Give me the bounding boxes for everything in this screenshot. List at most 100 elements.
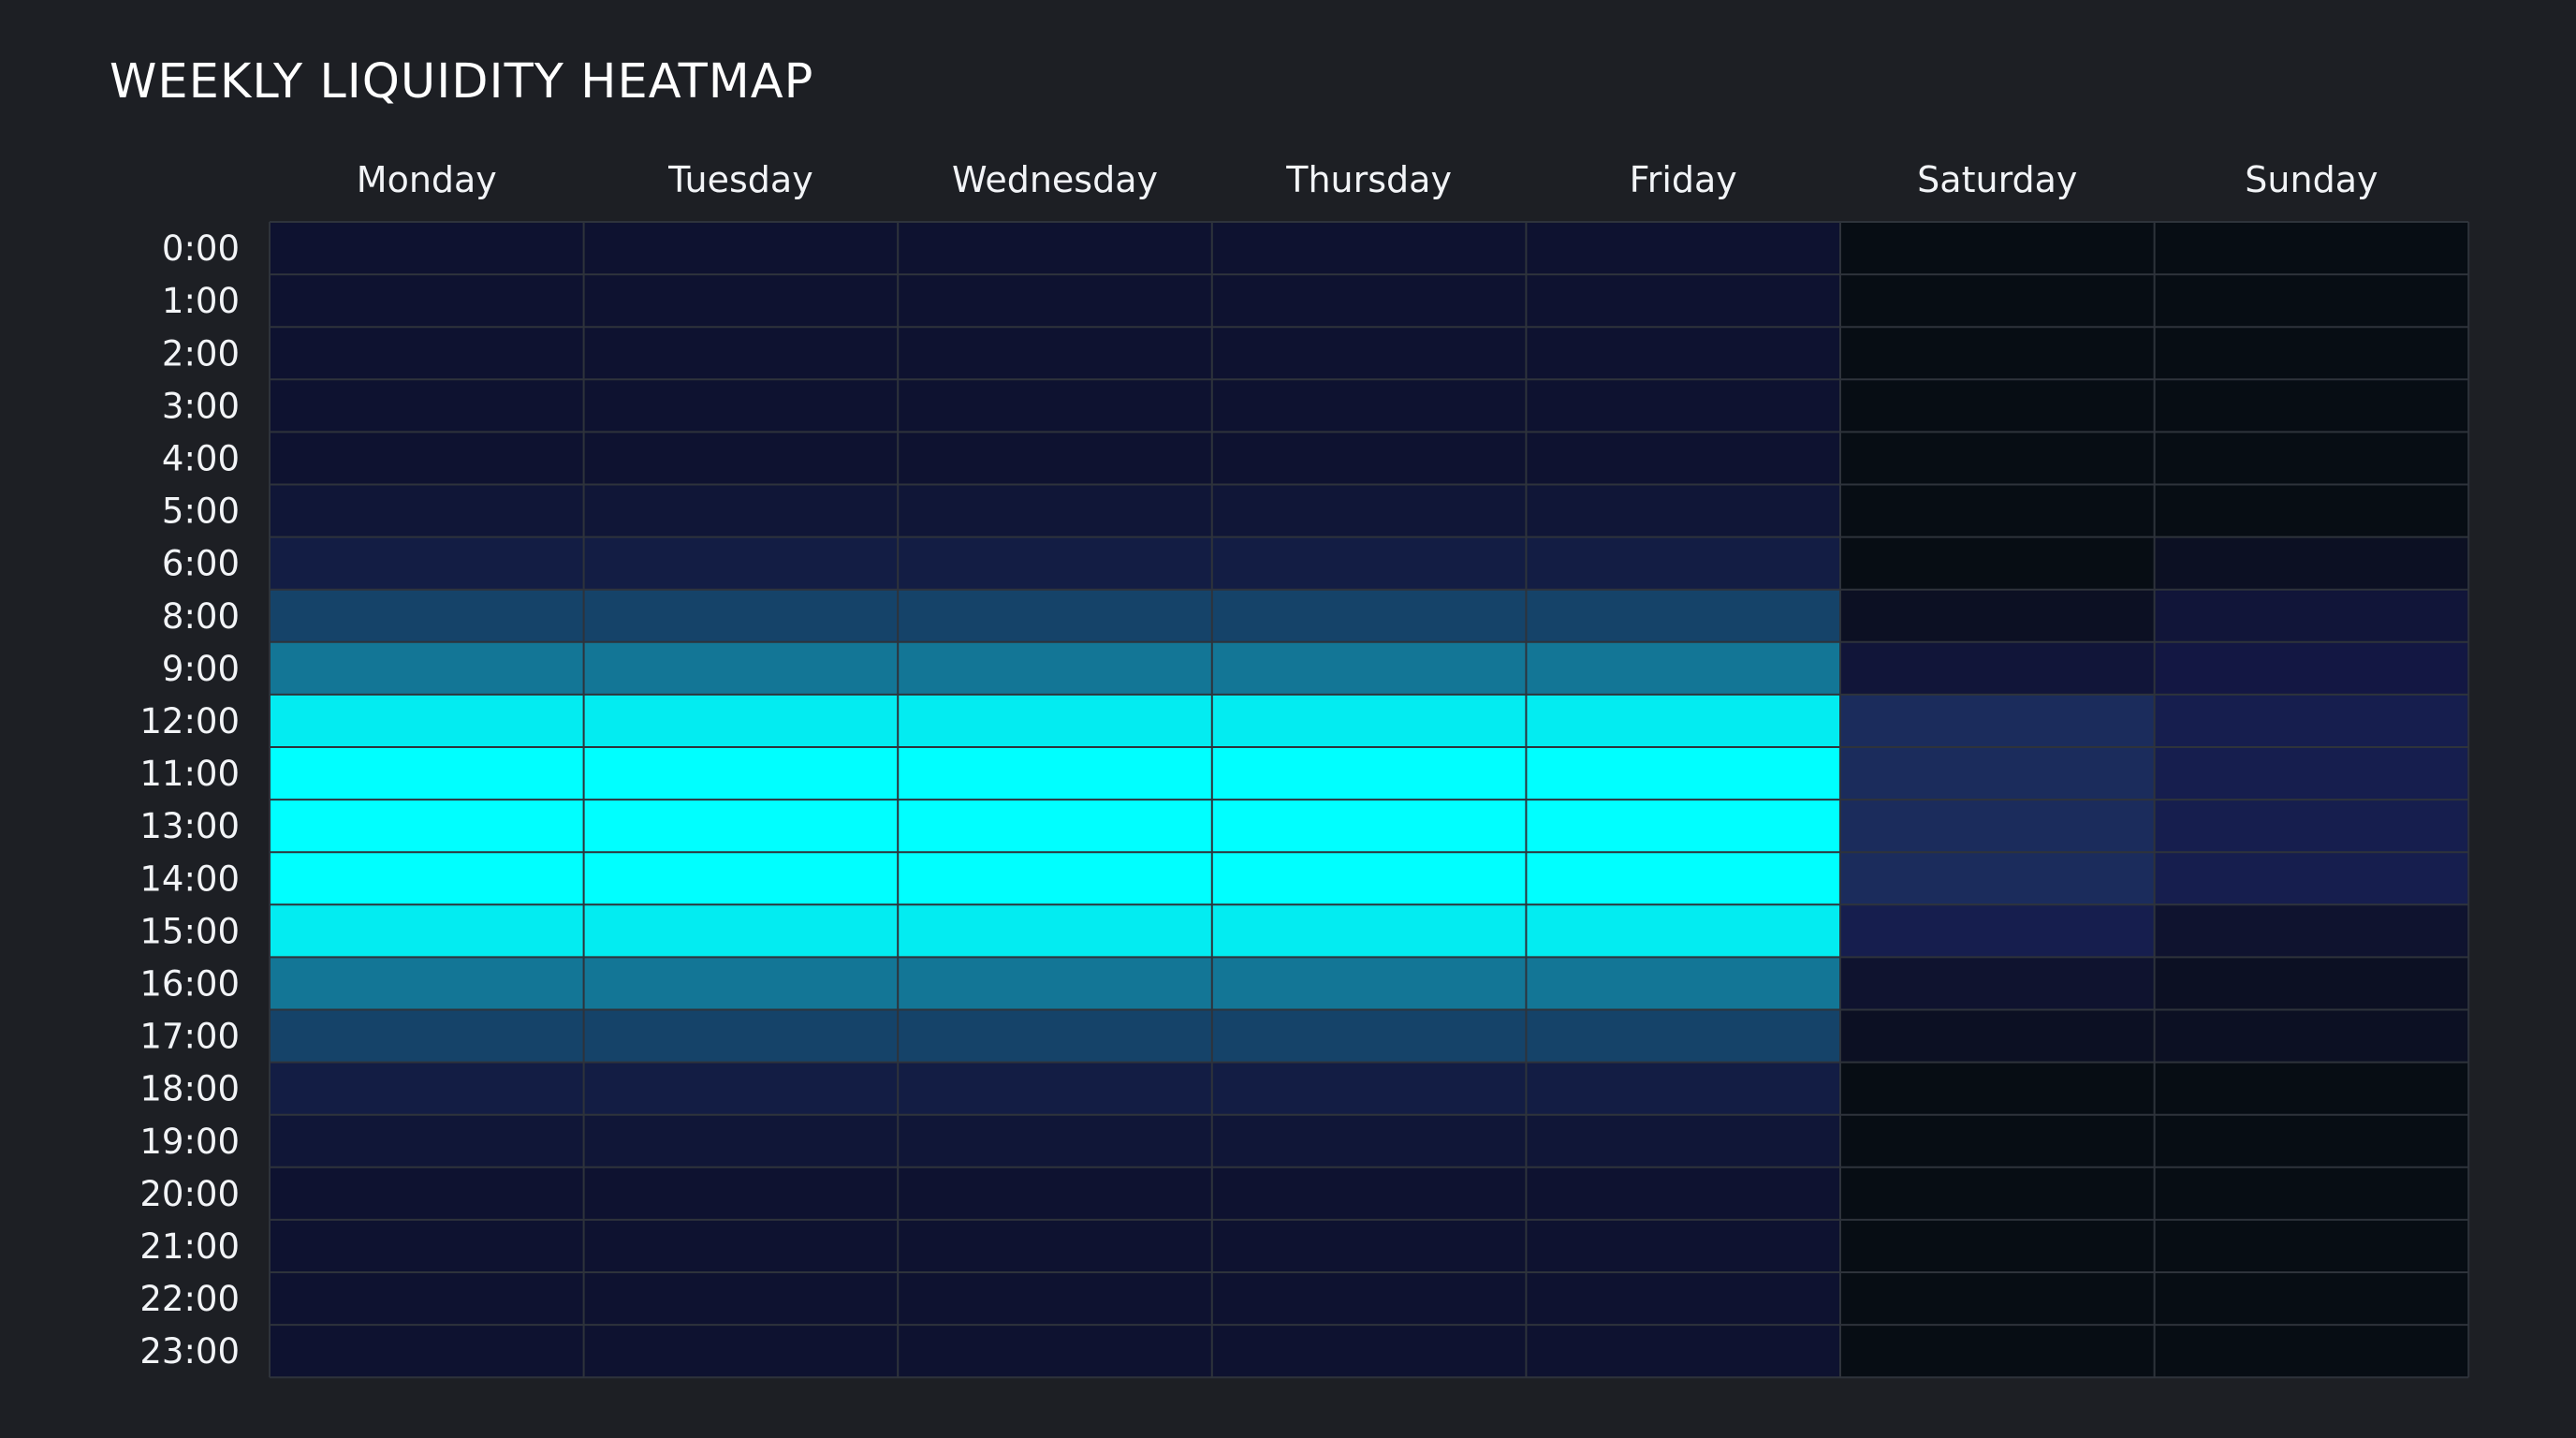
- heatmap-cell: [898, 379, 1212, 433]
- hour-label: 16:00: [139, 963, 240, 1004]
- heatmap-cell: [583, 641, 899, 695]
- heatmap-cell: [583, 536, 899, 590]
- heatmap-cell: [1840, 1167, 2155, 1220]
- heatmap-cell: [898, 432, 1212, 485]
- heatmap-cell: [1840, 747, 2155, 800]
- heatmap-cell: [1526, 536, 1840, 590]
- heatmap-cell: [1211, 1219, 1527, 1272]
- heatmap-cell: [1211, 1009, 1527, 1063]
- hour-label: 20:00: [139, 1174, 240, 1214]
- heatmap-cell: [898, 1009, 1212, 1063]
- heatmap-cell: [270, 274, 584, 328]
- heatmap-cell: [2154, 694, 2469, 747]
- hour-label: 12:00: [139, 701, 240, 741]
- hour-label: 23:00: [139, 1331, 240, 1372]
- heatmap-cell: [583, 327, 899, 380]
- heatmap-cell: [1840, 327, 2155, 380]
- heatmap-cell: [583, 1325, 899, 1378]
- hour-label: 18:00: [139, 1069, 240, 1109]
- heatmap-cell: [1211, 222, 1527, 275]
- heatmap-cell: [1211, 536, 1527, 590]
- heatmap-cell: [1840, 904, 2155, 958]
- day-label: Tuesday: [667, 159, 813, 200]
- hour-label: 11:00: [139, 754, 240, 794]
- heatmap-cell: [583, 904, 899, 958]
- heatmap-cell: [1840, 1114, 2155, 1167]
- heatmap-cell: [1211, 379, 1527, 433]
- heatmap-cell: [270, 1219, 584, 1272]
- heatmap-cell: [898, 274, 1212, 328]
- heatmap-cell: [583, 274, 899, 328]
- heatmap-cell: [1526, 1009, 1840, 1063]
- heatmap-cell: [270, 957, 584, 1010]
- day-label: Thursday: [1285, 159, 1452, 200]
- heatmap-cell: [898, 904, 1212, 958]
- heatmap-cell: [270, 1167, 584, 1220]
- heatmap-cell: [2154, 852, 2469, 905]
- heatmap-cell: [270, 1062, 584, 1115]
- heatmap-cell: [1840, 1272, 2155, 1326]
- heatmap-cell: [583, 589, 899, 642]
- heatmap-cell: [2154, 536, 2469, 590]
- heatmap-cell: [2154, 1272, 2469, 1326]
- heatmap-cell: [583, 852, 899, 905]
- heatmap-cell: [1211, 800, 1527, 853]
- heatmap-cell: [583, 379, 899, 433]
- heatmap-cell: [270, 589, 584, 642]
- heatmap-cell: [1211, 589, 1527, 642]
- hour-label: 17:00: [139, 1017, 240, 1057]
- day-labels: Monday Tuesday Wednesday Thursday Friday Satu…: [357, 159, 2378, 200]
- heatmap-cell: [898, 800, 1212, 853]
- heatmap-cell: [1840, 852, 2155, 905]
- heatmap-cell: [583, 222, 899, 275]
- hour-label: 1:00: [162, 281, 240, 321]
- heatmap-cell: [270, 222, 584, 275]
- heatmap-cell: [2154, 1167, 2469, 1220]
- heatmap-cell: [2154, 1114, 2469, 1167]
- heatmap-cell: [1526, 747, 1840, 800]
- heatmap-cell: [270, 694, 584, 747]
- heatmap-cell: [1840, 274, 2155, 328]
- heatmap-cell: [1211, 274, 1527, 328]
- hour-label: 8:00: [162, 596, 240, 637]
- hour-label: 6:00: [162, 544, 240, 584]
- heatmap-cell: [1526, 904, 1840, 958]
- heatmap-cell: [583, 1062, 899, 1115]
- heatmap-cell: [270, 484, 584, 537]
- hour-label: 9:00: [162, 649, 240, 689]
- heatmap-cell: [2154, 484, 2469, 537]
- heatmap-cell: [898, 852, 1212, 905]
- heatmap-cell: [1526, 694, 1840, 747]
- day-label: Saturday: [1917, 159, 2077, 200]
- hour-label: 2:00: [162, 333, 240, 374]
- heatmap-cell: [2154, 1062, 2469, 1115]
- heatmap-cell: [1840, 1219, 2155, 1272]
- heatmap-cell: [1526, 222, 1840, 275]
- heatmap-cell: [1211, 641, 1527, 695]
- heatmap-cell: [1526, 1062, 1840, 1115]
- heatmap-cell: [1211, 904, 1527, 958]
- heatmap-cell: [1840, 1009, 2155, 1063]
- hour-label: 15:00: [139, 911, 240, 951]
- heatmap-cell: [270, 1272, 584, 1326]
- heatmap-cell: [1211, 1167, 1527, 1220]
- heatmap-cell: [898, 589, 1212, 642]
- heatmap-cell: [1211, 852, 1527, 905]
- hour-label: 5:00: [162, 492, 240, 532]
- heatmap-cell: [1211, 327, 1527, 380]
- heatmap-cell: [2154, 222, 2469, 275]
- heatmap-cell: [2154, 957, 2469, 1010]
- day-label: Friday: [1630, 159, 1737, 200]
- heatmap-cell: [1211, 1272, 1527, 1326]
- heatmap-cell: [2154, 327, 2469, 380]
- hour-label: 22:00: [139, 1279, 240, 1319]
- heatmap-cell: [1526, 274, 1840, 328]
- heatmap-cell: [898, 1219, 1212, 1272]
- heatmap-cell: [1840, 589, 2155, 642]
- heatmap-cell: [898, 484, 1212, 537]
- heatmap-cell: [1840, 957, 2155, 1010]
- heatmap-cell: [2154, 1009, 2469, 1063]
- heatmap-cell: [898, 1062, 1212, 1115]
- heatmap-cell: [898, 327, 1212, 380]
- hour-labels: 0:00 1:00 2:00 3:00 4:00 5:00 6:00 8:00 9:00 12:0…: [139, 228, 240, 1372]
